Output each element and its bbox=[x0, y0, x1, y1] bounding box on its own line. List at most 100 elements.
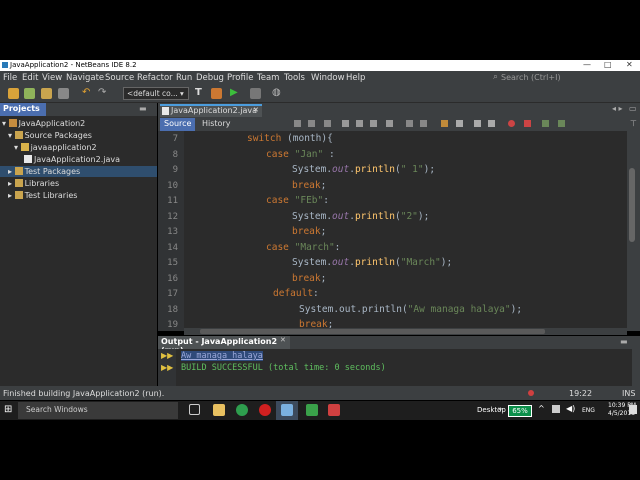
shift-right-icon[interactable] bbox=[474, 120, 481, 127]
file-explorer-icon[interactable] bbox=[213, 404, 225, 416]
tab-source-label: Source bbox=[164, 119, 192, 128]
shift-left-icon[interactable] bbox=[456, 120, 463, 127]
close-tab-icon[interactable]: ✕ bbox=[280, 336, 286, 344]
tree-label: javaapplication2 bbox=[30, 143, 97, 152]
debug-icon[interactable] bbox=[250, 88, 261, 99]
menu-source[interactable]: Source bbox=[105, 73, 134, 83]
line-number: 14 bbox=[167, 243, 178, 253]
redo-icon[interactable]: ↷ bbox=[98, 88, 109, 99]
menu-edit[interactable]: Edit bbox=[22, 73, 38, 83]
menu-run[interactable]: Run bbox=[176, 73, 192, 83]
maximize-editor-icon[interactable]: ▭ bbox=[629, 104, 637, 113]
status-bar: Finished building JavaApplication2 (run)… bbox=[0, 386, 640, 400]
language-indicator[interactable]: ENG bbox=[582, 407, 595, 414]
opera-icon[interactable] bbox=[259, 404, 271, 416]
clean-build-icon[interactable] bbox=[211, 88, 222, 99]
profile-icon[interactable]: ◍ bbox=[272, 88, 283, 99]
tree-item-project[interactable]: ▾ JavaApplication2 bbox=[2, 118, 85, 129]
minimize-panel-icon[interactable]: ▬ bbox=[620, 337, 628, 346]
windows-start-icon[interactable]: ⊞ bbox=[4, 404, 12, 415]
tab-projects[interactable]: Projects bbox=[0, 103, 46, 116]
menu-file[interactable]: File bbox=[3, 73, 17, 83]
chevron-up-icon[interactable]: ^ bbox=[538, 404, 545, 413]
prev-bookmark-icon[interactable] bbox=[406, 120, 413, 127]
menu-tools[interactable]: Tools bbox=[284, 73, 305, 83]
network-icon[interactable] bbox=[552, 405, 560, 413]
editor-horizontal-scroll-thumb[interactable] bbox=[200, 329, 545, 334]
menu-profile[interactable]: Profile bbox=[227, 73, 253, 83]
last-edit-icon[interactable] bbox=[324, 120, 331, 127]
task-view-icon[interactable] bbox=[189, 404, 200, 415]
find-next-icon[interactable] bbox=[356, 120, 363, 127]
notification-icon[interactable] bbox=[528, 390, 534, 396]
caret-position: 19:22 bbox=[569, 389, 593, 398]
uncomment-icon[interactable] bbox=[558, 120, 565, 127]
tab-output[interactable]: Output - JavaApplication2 (run) ✕ bbox=[158, 336, 290, 355]
toggle-rect-selection-icon[interactable] bbox=[386, 120, 393, 127]
start-macro-icon[interactable] bbox=[508, 120, 515, 127]
rerun-icon[interactable]: ▶▶ bbox=[161, 351, 173, 360]
rerun-with-options-icon[interactable]: ▶▶ bbox=[161, 363, 173, 372]
maximize-button[interactable]: □ bbox=[604, 60, 612, 69]
chevron-right-icon[interactable]: » bbox=[498, 405, 502, 413]
minimize-button[interactable]: — bbox=[583, 60, 591, 69]
recorder-icon[interactable] bbox=[328, 404, 340, 416]
code-line: default: bbox=[273, 288, 319, 299]
forward-icon[interactable] bbox=[308, 120, 315, 127]
menu-team[interactable]: Team bbox=[257, 73, 279, 83]
tree-label: JavaApplication2 bbox=[18, 119, 86, 128]
menu-navigate[interactable]: Navigate bbox=[66, 73, 104, 83]
camtasia-icon[interactable] bbox=[306, 404, 318, 416]
code-line: break; bbox=[292, 180, 327, 191]
tree-item-libraries[interactable]: ▸ Libraries bbox=[8, 178, 59, 189]
minimize-panel-icon[interactable]: ▬ bbox=[139, 104, 147, 113]
battery-indicator[interactable]: 65% bbox=[508, 405, 532, 417]
build-hammer-icon[interactable]: T bbox=[195, 88, 206, 99]
chrome-icon[interactable] bbox=[236, 404, 248, 416]
run-icon[interactable]: ▶ bbox=[230, 88, 241, 99]
new-file-icon[interactable] bbox=[24, 88, 35, 99]
volume-icon[interactable]: ◀) bbox=[566, 404, 575, 413]
menu-refactor[interactable]: Refactor bbox=[137, 73, 173, 83]
save-all-icon[interactable] bbox=[58, 88, 69, 99]
split-editor-icon[interactable]: ⊤ bbox=[630, 119, 637, 128]
tab-source[interactable]: Source bbox=[160, 118, 195, 131]
netbeans-taskbar-icon[interactable] bbox=[281, 404, 293, 416]
undo-icon[interactable]: ↶ bbox=[82, 88, 93, 99]
output-scrollbar[interactable] bbox=[632, 349, 640, 386]
menu-debug[interactable]: Debug bbox=[196, 73, 224, 83]
code-line: System.out.println(" 1"); bbox=[292, 164, 436, 175]
menu-help[interactable]: Help bbox=[346, 73, 365, 83]
close-button[interactable]: ✕ bbox=[626, 60, 633, 69]
tree-item-test-packages[interactable]: ▸ Test Packages bbox=[8, 166, 80, 177]
tab-list-arrows-icon[interactable]: ◂ ▸ bbox=[612, 104, 623, 113]
tree-item-java-file[interactable]: JavaApplication2.java bbox=[24, 154, 120, 165]
tree-item-test-libraries[interactable]: ▸ Test Libraries bbox=[8, 190, 77, 201]
tab-projects-label: Projects bbox=[3, 104, 40, 113]
code-editor[interactable] bbox=[184, 131, 627, 331]
next-bookmark-icon[interactable] bbox=[420, 120, 427, 127]
stop-macro-icon[interactable] bbox=[524, 120, 531, 127]
menu-view[interactable]: View bbox=[42, 73, 62, 83]
toggle-highlight-icon[interactable] bbox=[370, 120, 377, 127]
tree-item-source-packages[interactable]: ▾ Source Packages bbox=[8, 130, 92, 141]
find-previous-icon[interactable] bbox=[342, 120, 349, 127]
menu-window[interactable]: Window bbox=[311, 73, 345, 83]
folder-icon bbox=[14, 167, 23, 175]
editor-vertical-scroll-thumb[interactable] bbox=[629, 168, 635, 242]
taskbar-search-box[interactable]: Search Windows bbox=[18, 402, 178, 419]
back-icon[interactable] bbox=[294, 120, 301, 127]
close-tab-icon[interactable]: ✕ bbox=[253, 106, 259, 114]
new-project-icon[interactable] bbox=[8, 88, 19, 99]
tab-history[interactable]: History bbox=[200, 118, 236, 131]
format-icon[interactable] bbox=[488, 120, 495, 127]
open-project-icon[interactable] bbox=[41, 88, 52, 99]
action-center-icon[interactable] bbox=[629, 405, 637, 414]
tree-label: Libraries bbox=[24, 179, 60, 188]
config-select[interactable]: <default co... ▾ bbox=[123, 87, 189, 100]
line-number: 13 bbox=[167, 227, 178, 237]
toggle-bookmark-icon[interactable] bbox=[441, 120, 448, 127]
search-input[interactable]: ⌕ Search (Ctrl+I) bbox=[493, 72, 633, 84]
tree-item-package[interactable]: ▾ javaapplication2 bbox=[14, 142, 97, 153]
comment-icon[interactable] bbox=[542, 120, 549, 127]
